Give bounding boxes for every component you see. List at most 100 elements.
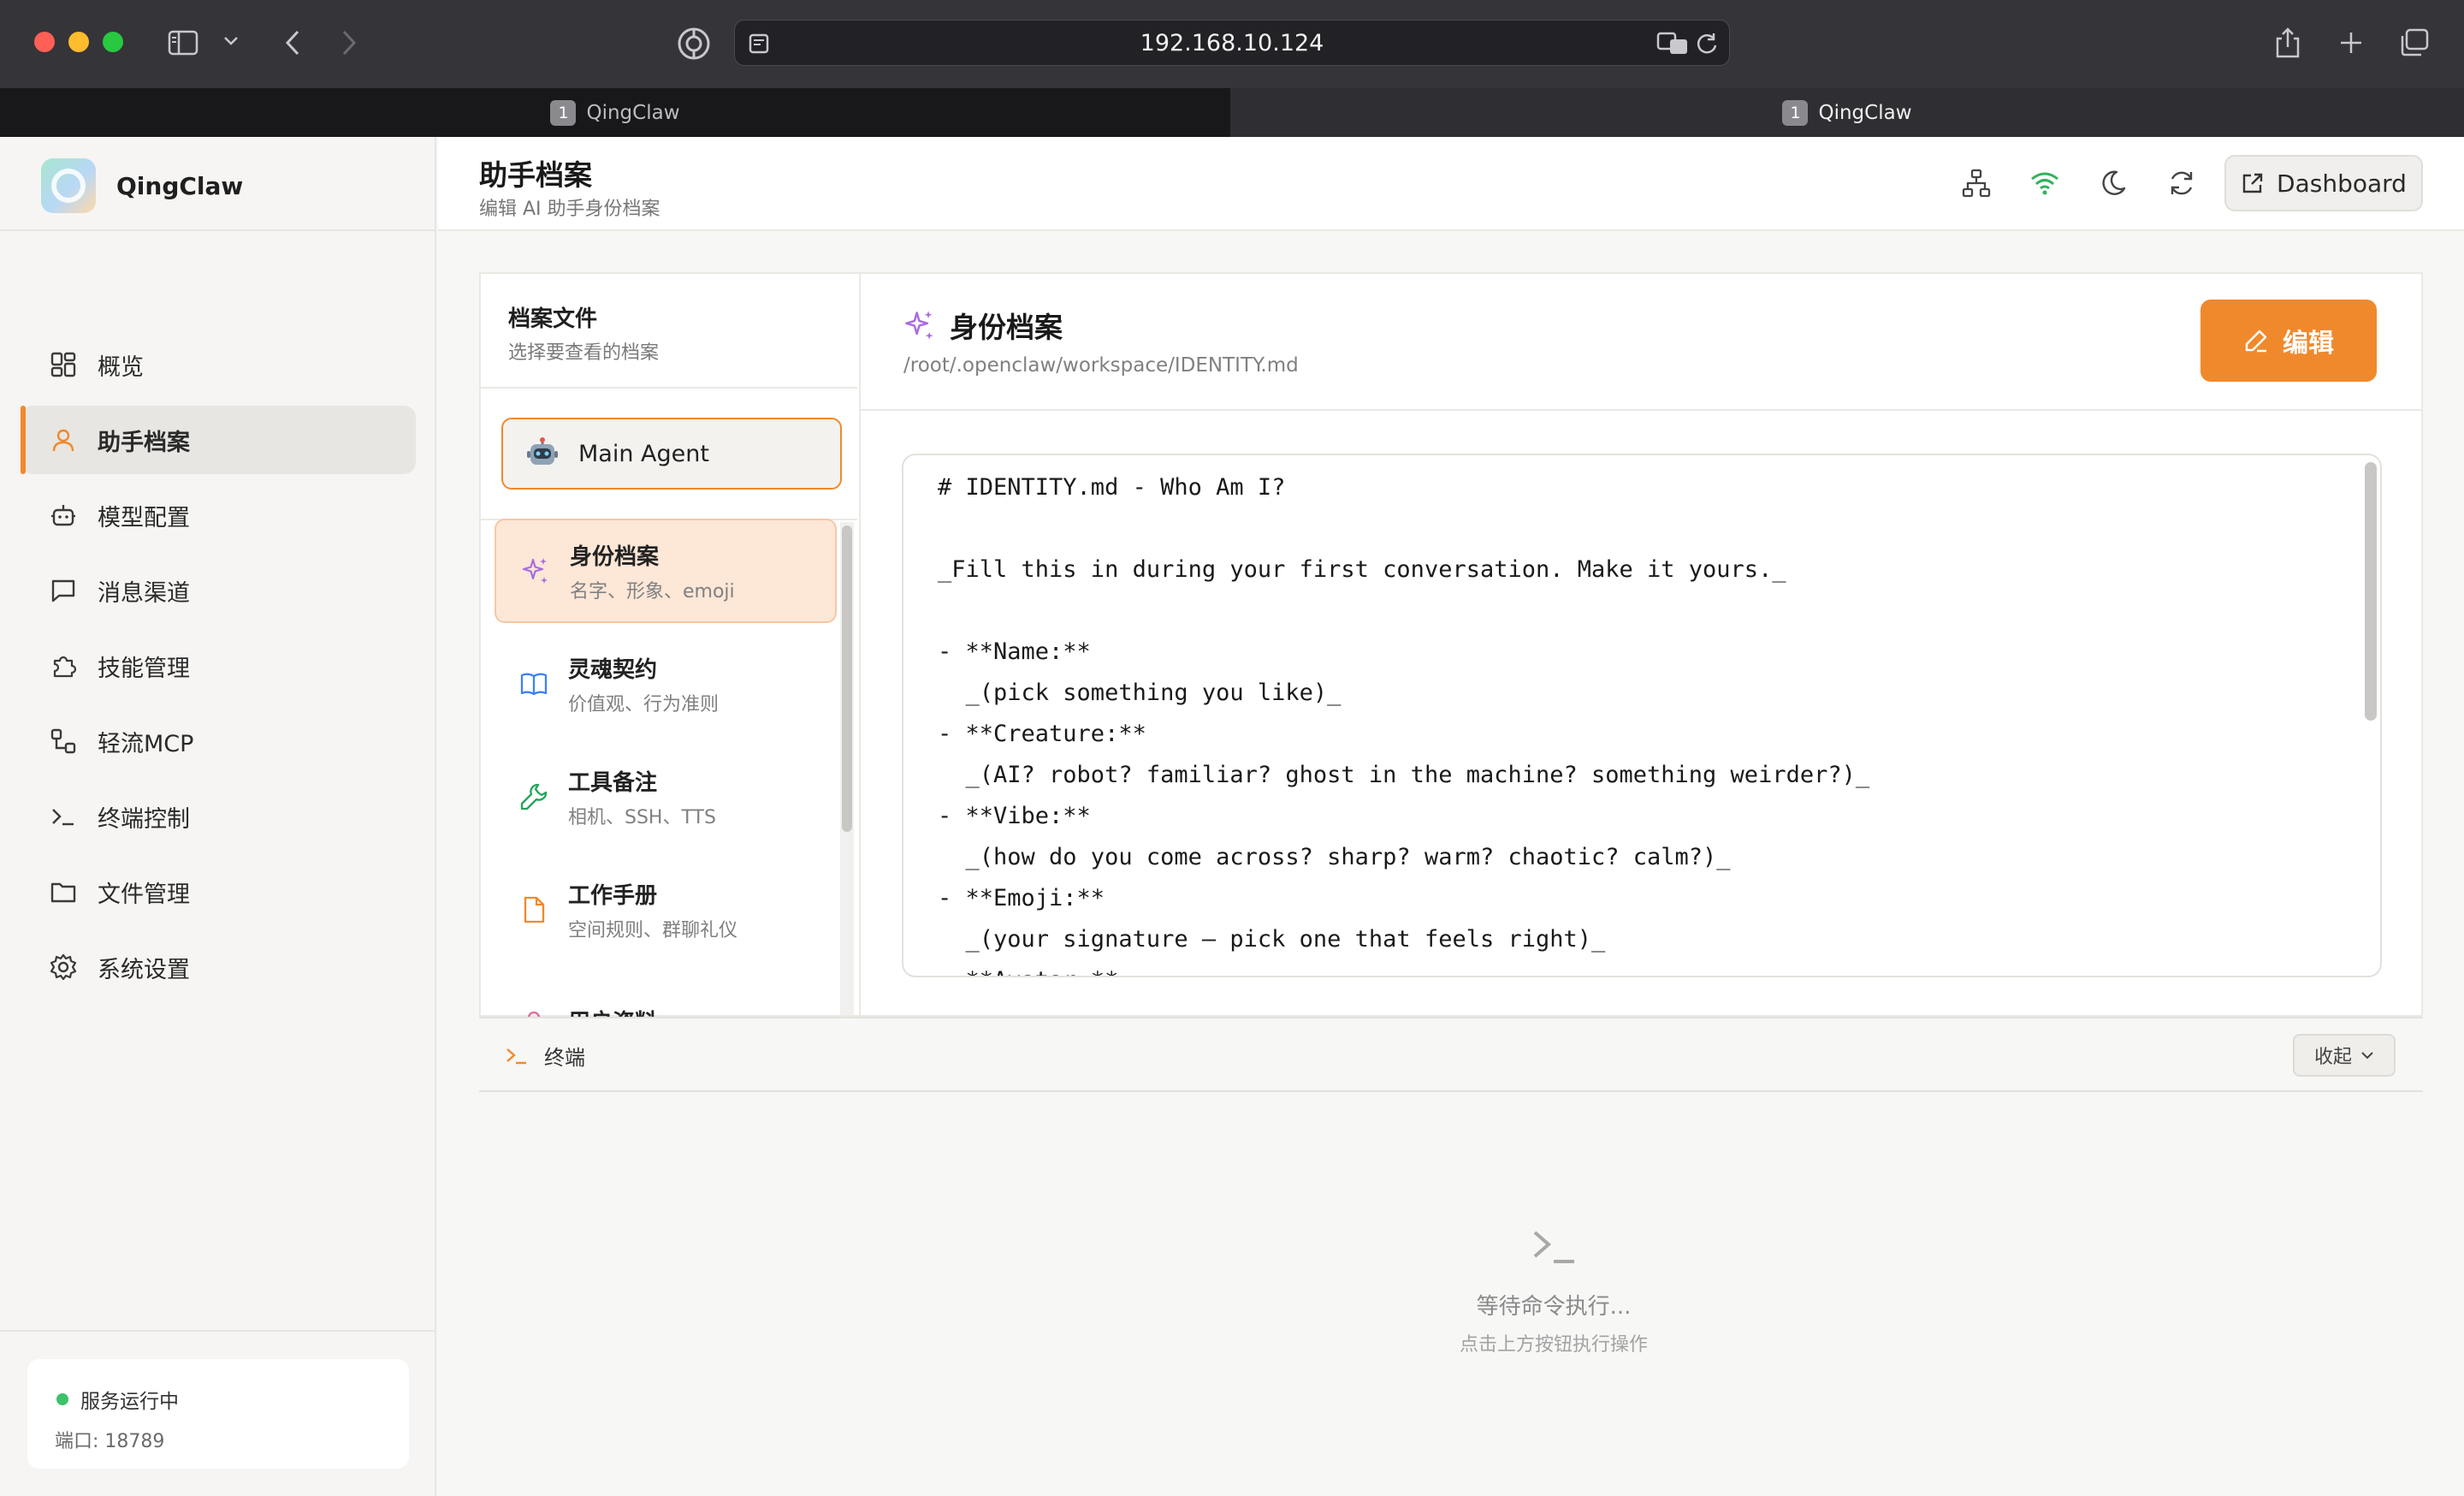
- profile-files-panel: 档案文件 选择要查看的档案 Main Agent 身份档案 名字、形象、emoj…: [479, 272, 859, 1018]
- sidebar-item-skills[interactable]: 技能管理: [21, 632, 416, 700]
- editor-title: 身份档案: [903, 305, 1063, 346]
- zoom-window-button[interactable]: [103, 32, 123, 52]
- file-item-desc: 空间规则、群聊礼仪: [568, 919, 738, 941]
- file-item-desc: 相机、SSH、TTS: [568, 806, 716, 828]
- dashboard-button[interactable]: Dashboard: [2224, 155, 2423, 211]
- file-item-soul[interactable]: 灵魂契约 价值观、行为准则: [495, 632, 837, 736]
- sidebar-item-message-channels[interactable]: 消息渠道: [21, 556, 416, 625]
- page-header: 助手档案 编辑 AI 助手身份档案 Dashboard: [438, 137, 2464, 231]
- edit-button[interactable]: 编辑: [2200, 300, 2377, 382]
- status-dot-icon: [56, 1393, 68, 1405]
- sidebar-item-model-config[interactable]: 模型配置: [21, 481, 416, 549]
- file-list-scrollbar[interactable]: [840, 522, 854, 1015]
- code-line: _(AI? robot? familiar? ghost in the mach…: [938, 762, 1870, 788]
- pencil-icon: [2243, 328, 2269, 353]
- code-scrollbar-thumb[interactable]: [2365, 462, 2377, 721]
- code-line: _Fill this in during your first conversa…: [938, 556, 1786, 583]
- file-icon: [518, 894, 549, 925]
- sidebar-item-label: 终端控制: [98, 805, 190, 833]
- code-line: - **Vibe:**: [938, 803, 1091, 829]
- moon-icon[interactable]: [2094, 164, 2132, 202]
- sidebar-item-label: 文件管理: [98, 881, 190, 908]
- code-line: _(pick something you like)_: [938, 680, 1342, 706]
- tab-label: QingClaw: [1818, 101, 1912, 124]
- sidebar-item-overview[interactable]: 概览: [21, 330, 416, 399]
- external-link-icon: [2241, 171, 2265, 195]
- sidebar-item-label: 技能管理: [98, 655, 190, 682]
- editor-header: 身份档案 /root/.openclaw/workspace/IDENTITY.…: [861, 274, 2421, 411]
- page-title: 助手档案: [479, 158, 592, 192]
- file-item-name: 工具备注: [568, 769, 658, 796]
- chevron-down-icon: [2360, 1051, 2374, 1060]
- brand[interactable]: QingClaw: [41, 156, 243, 216]
- sidebar-item-label: 概览: [98, 353, 144, 381]
- code-line: - **Avatar:**: [938, 967, 1118, 976]
- empty-state-subtitle: 点击上方按钮执行操作: [1459, 1334, 1648, 1356]
- file-item-tools[interactable]: 工具备注 相机、SSH、TTS: [495, 745, 837, 849]
- terminal-empty-state: 等待命令执行... 点击上方按钮执行操作: [1383, 1226, 1725, 1356]
- minimize-window-button[interactable]: [68, 32, 89, 52]
- sparkles-icon: [903, 309, 936, 341]
- profile-file-list: 身份档案 名字、形象、emoji 灵魂契约 价值观、行为准则 工具备注 相机、S…: [495, 519, 837, 1018]
- address-text[interactable]: 192.168.10.124: [735, 21, 1729, 67]
- workflow-icon: [48, 726, 79, 757]
- forward-icon[interactable]: [332, 26, 366, 60]
- files-panel-title: 档案文件: [508, 306, 598, 332]
- code-line: - **Emoji:**: [938, 885, 1105, 911]
- collapse-terminal-button[interactable]: 收起: [2293, 1034, 2396, 1077]
- back-icon[interactable]: [275, 26, 310, 60]
- service-status-card: 服务运行中 端口: 18789: [27, 1359, 409, 1469]
- browser-tab-active[interactable]: 1 QingClaw: [1230, 88, 2464, 137]
- edit-button-label: 编辑: [2283, 329, 2334, 359]
- dashboard-button-label: Dashboard: [2277, 169, 2407, 198]
- translate-icon[interactable]: [1656, 31, 1690, 56]
- agent-selector[interactable]: Main Agent: [501, 418, 842, 490]
- collapse-button-label: 收起: [2313, 1047, 2352, 1068]
- reload-icon[interactable]: [1693, 31, 1721, 56]
- network-icon[interactable]: [1958, 164, 1995, 202]
- sidebar-divider: [0, 229, 436, 231]
- tab-overview-icon[interactable]: [2397, 26, 2431, 60]
- file-list-scrollbar-thumb[interactable]: [842, 525, 852, 832]
- code-line: _(your signature — pick one that feels r…: [938, 926, 1606, 953]
- markdown-content-viewer[interactable]: # IDENTITY.md - Who Am I? _Fill this in …: [902, 454, 2382, 977]
- sidebar-item-qingliu-mcp[interactable]: 轻流MCP: [21, 707, 416, 775]
- code-line: # IDENTITY.md - Who Am I?: [938, 474, 1286, 501]
- service-status-text: 服务运行中: [80, 1391, 179, 1413]
- brand-name: QingClaw: [116, 171, 244, 200]
- terminal-icon: [505, 1046, 529, 1066]
- address-bar[interactable]: 192.168.10.124: [734, 20, 1730, 66]
- code-line: - **Creature:**: [938, 721, 1146, 747]
- terminal-title: 终端: [505, 1041, 585, 1071]
- app-logo: [41, 158, 96, 213]
- terminal-icon: [48, 801, 79, 832]
- profile-editor-panel: 身份档案 /root/.openclaw/workspace/IDENTITY.…: [859, 272, 2423, 1017]
- empty-state-title: 等待命令执行...: [1476, 1294, 1632, 1320]
- refresh-icon[interactable]: [2163, 164, 2200, 202]
- browser-tab[interactable]: 1 QingClaw: [0, 88, 1230, 137]
- sidebar-item-files[interactable]: 文件管理: [21, 858, 416, 926]
- sidebar-toggle-icon[interactable]: [166, 26, 200, 60]
- file-path: /root/.openclaw/workspace/IDENTITY.md: [903, 354, 1299, 377]
- sidebar-item-label: 系统设置: [98, 956, 190, 983]
- sidebar-item-assistant-profile[interactable]: 助手档案: [21, 406, 416, 474]
- file-item-handbook[interactable]: 工作手册 空间规则、群聊礼仪: [495, 858, 837, 962]
- privacy-shield-icon[interactable]: [676, 26, 712, 62]
- file-item-user[interactable]: 用户资料: [495, 971, 837, 1018]
- close-window-button[interactable]: [34, 32, 55, 52]
- service-port: 端口: 18789: [55, 1431, 165, 1452]
- user-icon: [48, 424, 79, 455]
- sidebar-divider: [0, 1330, 436, 1332]
- code-line: - **Name:**: [938, 638, 1091, 665]
- sidebar-item-label: 助手档案: [98, 429, 190, 456]
- share-icon[interactable]: [2271, 24, 2305, 62]
- sidebar-item-terminal[interactable]: 终端控制: [21, 782, 416, 851]
- wifi-icon[interactable]: [2026, 164, 2064, 202]
- tab-label: QingClaw: [586, 101, 680, 124]
- sidebar-item-settings[interactable]: 系统设置: [21, 933, 416, 1001]
- new-tab-icon[interactable]: [2334, 26, 2368, 60]
- chevron-down-icon[interactable]: [221, 31, 241, 51]
- file-item-identity[interactable]: 身份档案 名字、形象、emoji: [495, 519, 837, 623]
- sidebar-item-label: 轻流MCP: [98, 730, 194, 757]
- editor-title-text: 身份档案: [950, 311, 1063, 344]
